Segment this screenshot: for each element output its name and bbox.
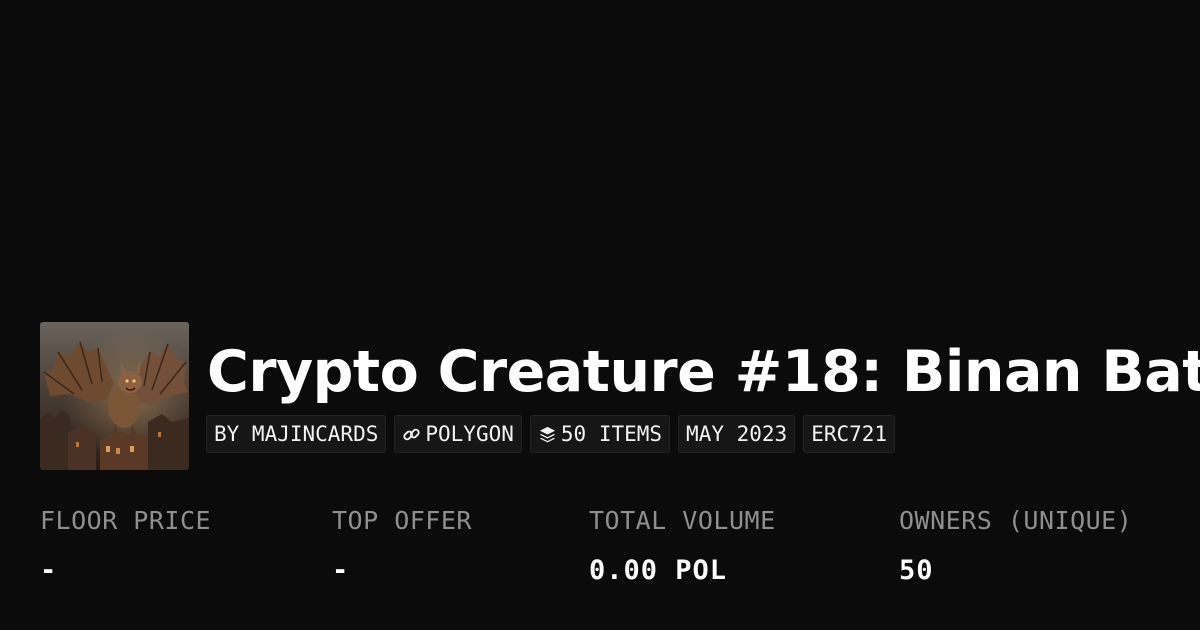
items-tag: 50 ITEMS bbox=[529, 415, 671, 453]
chain-label: POLYGON bbox=[425, 422, 514, 446]
floor-price-label: FLOOR PRICE bbox=[40, 506, 212, 535]
owners-value: 50 bbox=[899, 555, 934, 586]
standard-tag: ERC721 bbox=[803, 415, 896, 453]
date-label: MAY 2023 bbox=[686, 422, 788, 446]
creator-tag[interactable]: BY MAJINCARDS bbox=[206, 415, 387, 453]
layers-icon bbox=[538, 425, 557, 444]
link-icon bbox=[402, 425, 421, 444]
owners-label: OWNERS (UNIQUE) bbox=[899, 506, 1133, 535]
items-label: 50 ITEMS bbox=[560, 422, 663, 446]
floor-price-value: - bbox=[40, 555, 58, 586]
collection-thumbnail bbox=[40, 322, 189, 470]
date-tag: MAY 2023 bbox=[678, 415, 796, 453]
chain-tag[interactable]: POLYGON bbox=[394, 415, 522, 453]
collection-tags: BY MAJINCARDS POLYGON 50 ITEMS MAY 2023 … bbox=[206, 415, 896, 453]
bat-creature-image bbox=[40, 322, 189, 470]
top-offer-stat: TOP OFFER - bbox=[332, 503, 472, 589]
total-volume-stat: TOTAL VOLUME 0.00 POL bbox=[589, 503, 776, 589]
owners-stat: OWNERS (UNIQUE) 50 bbox=[899, 503, 1132, 589]
floor-price-stat: FLOOR PRICE - bbox=[40, 503, 211, 589]
total-volume-label: TOTAL VOLUME bbox=[589, 506, 776, 535]
collection-card: Crypto Creature #18: Binan Bat BY MAJINC… bbox=[0, 0, 1200, 630]
total-volume-value: 0.00 POL bbox=[589, 555, 728, 586]
collection-title: Crypto Creature #18: Binan Bat bbox=[207, 339, 1200, 405]
top-offer-label: TOP OFFER bbox=[332, 506, 472, 535]
top-offer-value: - bbox=[332, 555, 350, 586]
creator-label: BY MAJINCARDS bbox=[214, 422, 379, 446]
standard-label: ERC721 bbox=[811, 422, 888, 446]
